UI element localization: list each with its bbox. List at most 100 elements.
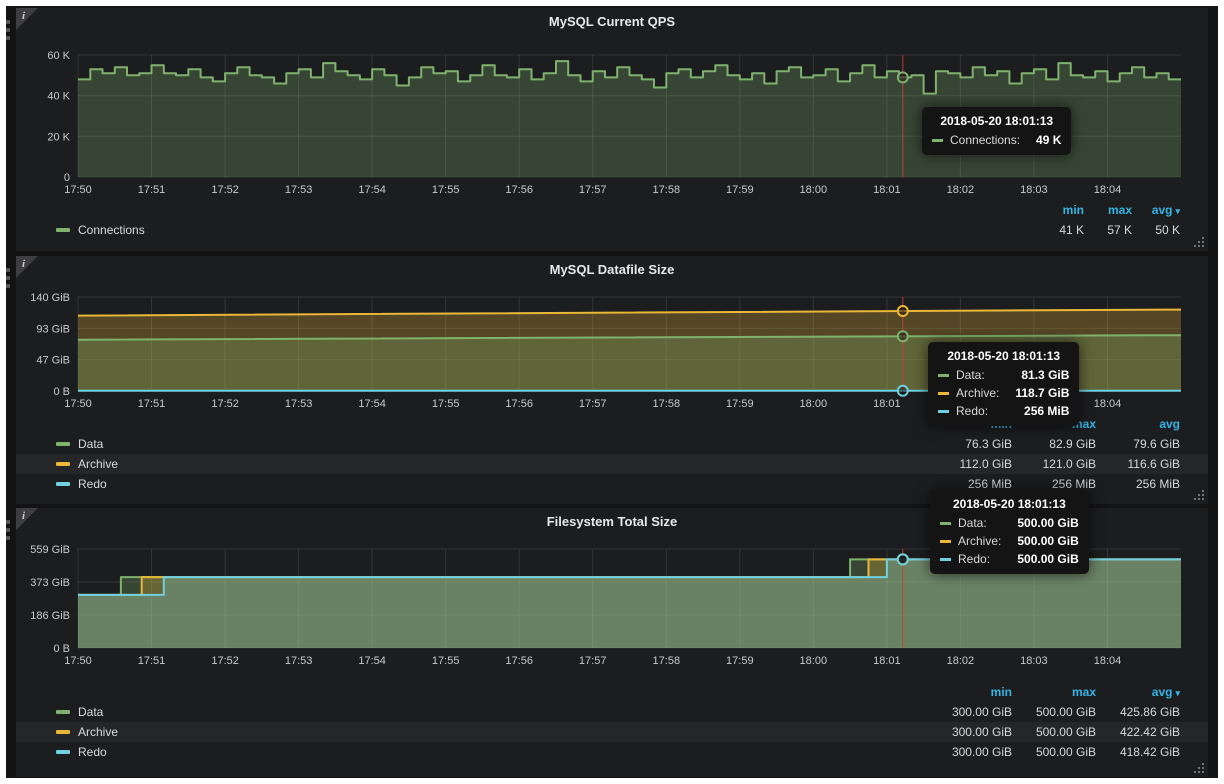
x-axis-labels: 17:5017:5117:5217:5317:5417:5517:5617:57…	[64, 655, 1121, 667]
series-color-dash-icon	[56, 228, 70, 232]
y-axis-labels: 020 K40 K60 K	[47, 50, 70, 184]
svg-text:17:59: 17:59	[726, 184, 754, 196]
sort-caret-icon: ▾	[1175, 206, 1180, 216]
legend-value: 300.00 GiB	[928, 725, 1012, 739]
dashboard: i MySQL Current QPS 020 K40 K60 K17:5017…	[6, 6, 1218, 778]
tooltip-series-row: Data:500.00 GiB	[940, 516, 1079, 530]
svg-text:559 GiB: 559 GiB	[30, 544, 70, 556]
svg-text:17:53: 17:53	[285, 655, 313, 667]
panel-info-corner[interactable]	[16, 8, 38, 30]
panel-header: i MySQL Current QPS	[16, 8, 1208, 36]
panel-resize-grip-icon[interactable]	[1194, 490, 1205, 501]
svg-text:40 K: 40 K	[47, 91, 70, 103]
svg-text:18:00: 18:00	[800, 398, 828, 410]
svg-text:0: 0	[64, 172, 70, 184]
legend-series-toggle[interactable]: Data	[56, 705, 103, 719]
svg-text:47 GiB: 47 GiB	[36, 355, 70, 367]
svg-text:186 GiB: 186 GiB	[30, 610, 70, 622]
svg-text:18:00: 18:00	[800, 655, 828, 667]
legend-series-toggle[interactable]: Redo	[56, 477, 107, 491]
graph-tooltip: 2018-05-20 18:01:13Data:500.00 GiBArchiv…	[930, 490, 1089, 574]
tooltip-series-row: Archive:500.00 GiB	[940, 534, 1079, 548]
svg-text:18:03: 18:03	[1020, 655, 1048, 667]
graph-tooltip: 2018-05-20 18:01:13Connections:49 K	[922, 107, 1071, 155]
panel-drag-handle-icon[interactable]	[6, 268, 12, 288]
series-color-dash-icon	[56, 710, 70, 714]
tooltip-timestamp: 2018-05-20 18:01:13	[938, 349, 1069, 363]
panel-header: i MySQL Datafile Size	[16, 256, 1208, 284]
legend-series-toggle[interactable]: Archive	[56, 457, 118, 471]
graph-tooltip: 2018-05-20 18:01:13 Data:81.3 GiB Archive:…	[928, 342, 1079, 426]
legend-value: 76.3 GiB	[928, 437, 1012, 451]
legend-col-avg[interactable]: avg▾	[1096, 685, 1180, 699]
legend-col-min[interactable]: min	[1036, 203, 1084, 217]
panel-info-corner[interactable]	[16, 256, 38, 278]
panel-resize-grip-icon[interactable]	[1194, 763, 1205, 774]
legend-value: 82.9 GiB	[1012, 437, 1096, 451]
legend-col-avg[interactable]: avg▾	[1132, 203, 1180, 217]
legend-value: 256 MiB	[928, 477, 1012, 491]
series-color-dash-icon	[938, 392, 949, 395]
svg-text:140 GiB: 140 GiB	[30, 292, 70, 304]
svg-text:17:58: 17:58	[653, 655, 681, 667]
tooltip-series-row: Data:81.3 GiB	[938, 368, 1069, 382]
legend-series-toggle[interactable]: Data	[56, 437, 103, 451]
legend-value: 425.86 GiB	[1096, 705, 1180, 719]
legend-series-toggle[interactable]: Redo	[56, 745, 107, 759]
legend-col-min[interactable]: min	[928, 685, 1012, 699]
legend-col-max[interactable]: max	[1084, 203, 1132, 217]
svg-text:17:59: 17:59	[726, 398, 754, 410]
svg-text:17:52: 17:52	[211, 398, 239, 410]
panel-drag-handle-icon[interactable]	[6, 520, 12, 540]
panel-info-corner[interactable]	[16, 508, 38, 530]
legend-value: 41 K	[1036, 223, 1084, 237]
legend-row: Data 76.3 GiB82.9 GiB79.6 GiB	[16, 434, 1208, 454]
svg-text:17:55: 17:55	[432, 184, 460, 196]
svg-text:0 B: 0 B	[53, 643, 70, 655]
panel-drag-handle-icon[interactable]	[6, 20, 12, 40]
legend-header-row: minmaxavg▾	[16, 682, 1208, 702]
svg-text:18:01: 18:01	[873, 184, 901, 196]
series-color-dash-icon	[56, 462, 70, 466]
svg-text:17:54: 17:54	[358, 655, 386, 667]
svg-text:17:56: 17:56	[505, 398, 533, 410]
legend-series-toggle[interactable]: Archive	[56, 725, 118, 739]
svg-text:18:03: 18:03	[1020, 184, 1048, 196]
svg-text:0 B: 0 B	[53, 386, 70, 398]
panel-title[interactable]: MySQL Current QPS	[16, 8, 1208, 36]
legend-value: 422.42 GiB	[1096, 725, 1180, 739]
svg-text:18:04: 18:04	[1094, 184, 1122, 196]
svg-text:17:54: 17:54	[358, 184, 386, 196]
svg-text:17:57: 17:57	[579, 184, 607, 196]
svg-text:17:50: 17:50	[64, 655, 92, 667]
panel-resize-grip-icon[interactable]	[1194, 237, 1205, 248]
svg-text:93 GiB: 93 GiB	[36, 323, 70, 335]
legend-value: 112.0 GiB	[928, 457, 1012, 471]
tooltip-series-row: Archive:118.7 GiB	[938, 386, 1069, 400]
panel-title[interactable]: MySQL Datafile Size	[16, 256, 1208, 284]
legend-value: 500.00 GiB	[1012, 725, 1096, 739]
svg-text:18:02: 18:02	[947, 655, 975, 667]
legend-col-max[interactable]: max	[1012, 685, 1096, 699]
svg-text:17:58: 17:58	[653, 184, 681, 196]
svg-text:17:52: 17:52	[211, 184, 239, 196]
legend-value: 79.6 GiB	[1096, 437, 1180, 451]
legend-col-avg[interactable]: avg	[1096, 417, 1180, 431]
svg-text:18:00: 18:00	[800, 184, 828, 196]
svg-text:17:51: 17:51	[138, 398, 166, 410]
svg-text:17:56: 17:56	[505, 184, 533, 196]
series-color-dash-icon	[932, 139, 943, 142]
legend-row: Redo300.00 GiB500.00 GiB418.42 GiB	[16, 742, 1208, 762]
legend-value: 418.42 GiB	[1096, 745, 1180, 759]
series-color-dash-icon	[938, 410, 949, 413]
legend: minmaxavg▾ Data 300.00 GiB500.00 GiB425.86…	[16, 670, 1208, 762]
svg-text:17:51: 17:51	[138, 184, 166, 196]
legend-value: 57 K	[1084, 223, 1132, 237]
svg-text:17:51: 17:51	[138, 655, 166, 667]
svg-text:17:53: 17:53	[285, 184, 313, 196]
tooltip-timestamp: 2018-05-20 18:01:13	[932, 114, 1061, 128]
legend-value: 116.6 GiB	[1096, 457, 1180, 471]
svg-text:17:50: 17:50	[64, 184, 92, 196]
legend-series-toggle[interactable]: Connections	[56, 223, 145, 237]
y-axis-labels: 0 B 47 GiB 93 GiB 140 GiB	[30, 292, 70, 398]
